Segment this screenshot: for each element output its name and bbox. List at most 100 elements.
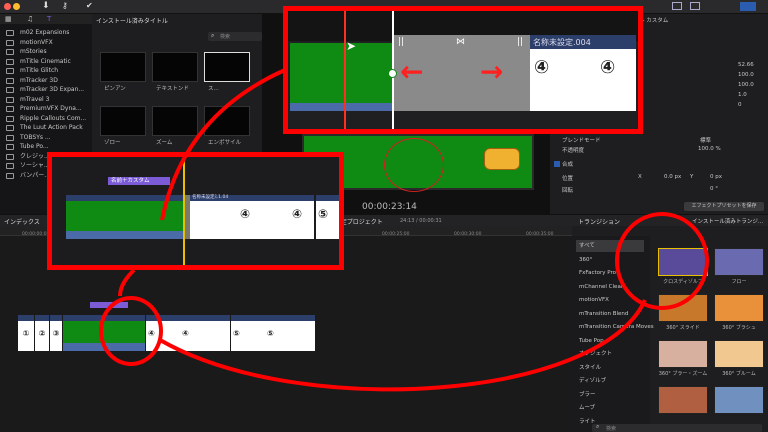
inspector-value[interactable]: 52.66 [738,62,754,68]
film-icon[interactable]: ▦ [5,15,12,23]
key-icon[interactable]: ⚷ [62,1,68,10]
download-icon[interactable]: ⬇ [42,1,50,11]
folder-icon [6,96,14,103]
inspector-value[interactable]: 100.0 [738,72,754,78]
zoom-left-num-1: ④ [240,207,251,221]
inspector-value[interactable]: 0 [738,102,742,108]
transition-thumb-label: フロー [731,279,747,285]
transition-category[interactable]: オブジェクト [576,348,644,360]
transitions-installed[interactable]: インストール済みトランジ... [692,217,763,225]
zoom-pause-icon-left: || [398,37,405,47]
transition-category[interactable]: ディゾルブ [576,375,644,387]
transition-thumb[interactable] [714,248,764,276]
title-thumb-6[interactable] [204,106,250,136]
library-item[interactable]: TOBSYs ... [0,133,92,143]
library-item[interactable]: PremiumVFX Dyna... [0,104,92,114]
transition-thumb[interactable] [658,340,708,368]
blend-value[interactable]: 標準 [700,136,711,144]
zoom-title-clip[interactable]: 名称未設定.004 ④ ④ [530,35,636,111]
zoom-edit-point[interactable] [388,69,397,78]
inspector-toggle-icon[interactable] [740,2,756,11]
clip-num-b: ④ [182,329,189,338]
inspector-value[interactable]: 100.0 [738,82,754,88]
transition-thumb[interactable] [714,386,764,414]
library-item[interactable]: motionVFX [0,38,92,48]
search-field[interactable]: ⌕ 検索 [208,32,262,41]
storyline-clip-1[interactable]: ① [18,315,34,351]
folder-icon [6,172,14,179]
inspector-value[interactable]: 1.0 [738,92,747,98]
library-item[interactable]: m02 Expansions [0,28,92,38]
zoom-box-left: 名前＋カスタム 名称未設定ｽ.1.04 ④ ④ ⑤ [47,152,344,270]
transition-category[interactable]: Tube Pop [576,335,644,347]
title-thumb-4[interactable] [100,106,146,136]
highlight-circle-timeline [99,296,163,366]
arrow-left-icon: ← [400,55,424,88]
opacity-value[interactable]: 100.0 % [698,146,721,152]
library-item[interactable]: mTitle Glitch [0,66,92,76]
position-x-value[interactable]: 0.0 px [664,174,681,180]
folder-icon [6,77,14,84]
storyline-clip-2[interactable]: ② [35,315,49,351]
rotation-value[interactable]: 0 ° [710,186,718,192]
title-thumb-5[interactable] [152,106,198,136]
title-label-1: ピンアン [104,86,126,92]
index-tab[interactable]: インデックス [4,217,40,226]
titles-icon[interactable]: T [47,15,51,23]
check-icon[interactable]: ✔ [86,1,93,10]
library-item[interactable]: mStories [0,47,92,57]
library-item[interactable]: Tube Po... [0,142,92,152]
project-info: 24:13 / 00:00:31 [400,218,442,224]
transition-thumb[interactable] [658,386,708,414]
taxi-sprite [484,148,520,170]
transition-category[interactable]: ムーブ [576,402,644,414]
title-label-2: テキストンド [156,86,189,92]
folder-icon [6,163,14,169]
highlight-circle-transition [615,212,709,310]
folder-icon [6,58,14,65]
save-preset-button[interactable]: エフェクトプリセットを保存 [684,202,764,211]
layout-icon-2[interactable] [690,2,700,10]
composite-checkbox[interactable] [554,161,560,167]
library-item[interactable]: mTravel 3 [0,95,92,105]
library-item[interactable]: mTitle Cinematic [0,57,92,67]
zoom-clip-num-2: ④ [600,57,616,78]
library-item-label: Ripple Callouts Com... [20,114,87,122]
search-icon: ⌕ [211,32,215,39]
library-item-label: mStories [20,48,47,55]
transition-category[interactable]: ブラー [576,389,644,401]
position-y-value[interactable]: 0 px [710,174,722,180]
storyline-clip-title-2[interactable]: ⑤ ⑤ [231,315,315,351]
library-item[interactable]: mTracker 3D Expan... [0,85,92,95]
blend-label: ブレンドモード [562,138,601,144]
transition-category[interactable]: ライト [576,416,644,428]
library-item[interactable]: Ripple Callouts Com... [0,114,92,124]
title-thumb-1[interactable] [100,52,146,82]
browser-title[interactable]: インストール済みタイトル [96,16,168,25]
title-thumb-2[interactable] [152,52,198,82]
title-thumb-3[interactable] [204,52,250,82]
clip-num-d: ⑤ [267,329,274,338]
music-icon[interactable]: ♫ [27,15,33,23]
target-ring[interactable] [384,138,444,192]
zoom-left-num-2: ④ [292,207,303,221]
transition-category[interactable]: mTransition Camera Moves [576,321,654,333]
storyline-clip-3[interactable]: ③ [50,315,62,351]
zoom-box-top: || ⋈ || ← → 名称未設定.004 ④ ④ ➤ [283,6,643,134]
traffic-lights[interactable] [4,3,28,11]
library-item-label: mTitle Cinematic [20,57,71,65]
layout-icon[interactable] [672,2,682,10]
transition-category[interactable]: mTransition Blend [576,308,644,320]
folder-icon [6,125,14,131]
library-item[interactable]: The Luut Action Pack [0,123,92,133]
rotation-label: 回転 [562,188,574,194]
library-item-label: ソーシャ... [20,162,50,169]
transition-thumb[interactable] [714,294,764,322]
transition-category[interactable]: スタイル [576,362,644,374]
zoom-left-title-clip[interactable]: 名前＋カスタム [108,177,170,185]
zoom-left-title[interactable]: 名称未設定ｽ.1.04 ④ ④ [190,195,314,239]
transition-thumb[interactable] [714,340,764,368]
library-item[interactable]: mTracker 3D [0,76,92,86]
library-item-label: The Luut Action Pack [20,124,83,131]
zoom-left-next: ⑤ [316,195,339,239]
